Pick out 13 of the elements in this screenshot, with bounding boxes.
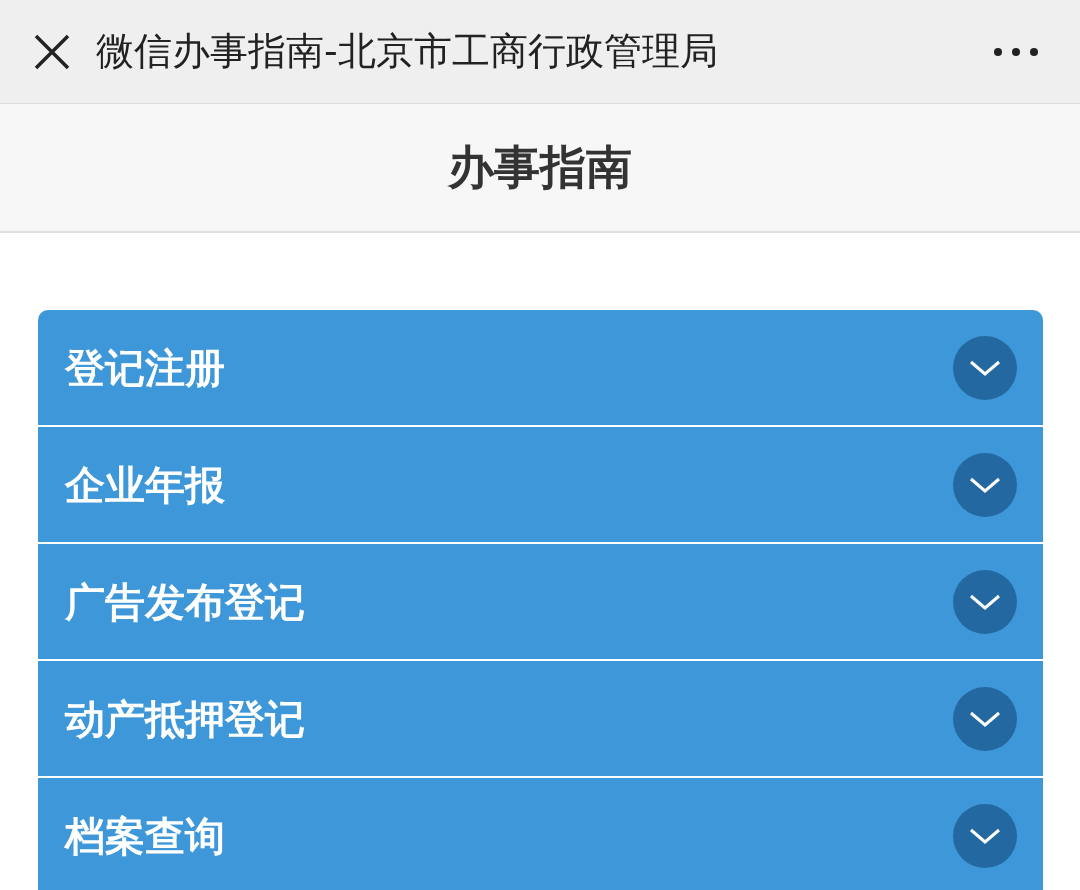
accordion-header[interactable]: 动产抵押登记 [38, 661, 1043, 776]
chevron-down-icon[interactable] [953, 452, 1017, 517]
page-title: 办事指南 [448, 139, 632, 196]
chevron-down-icon[interactable] [953, 686, 1017, 751]
accordion-header[interactable]: 广告发布登记 [38, 544, 1043, 659]
accordion-header[interactable]: 档案查询 [38, 778, 1043, 890]
more-icon[interactable] [992, 45, 1040, 58]
chevron-down-icon[interactable] [953, 803, 1017, 868]
window-title: 微信办事指南-北京市工商行政管理局 [96, 28, 719, 75]
chevron-down-icon[interactable] [953, 335, 1017, 400]
accordion-header[interactable]: 登记注册 [38, 310, 1043, 425]
accordion-header[interactable]: 企业年报 [38, 427, 1043, 542]
chevron-down-icon[interactable] [953, 569, 1017, 634]
